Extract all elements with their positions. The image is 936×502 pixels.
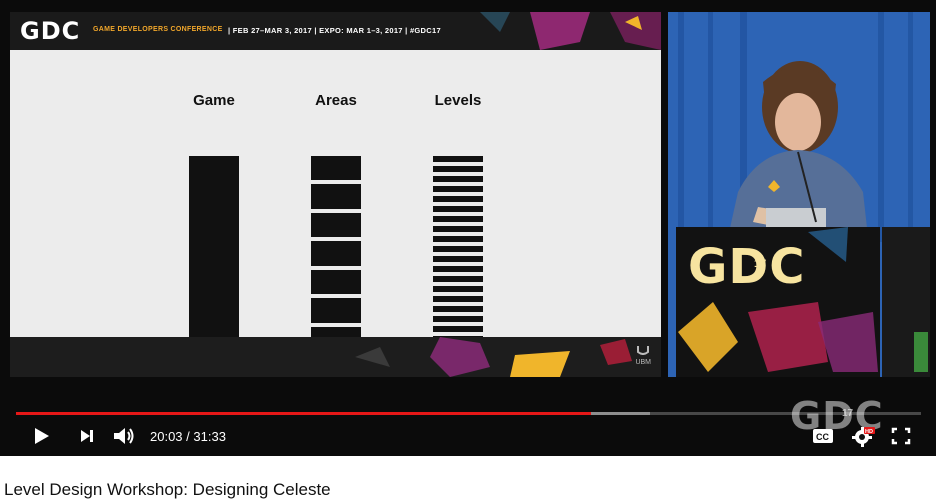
next-button[interactable] bbox=[74, 424, 98, 448]
level-segment bbox=[433, 196, 483, 202]
speaker-camera-feed: GDC 17 bbox=[668, 12, 930, 377]
slide-header: GDC GAME DEVELOPERS CONFERENCE | FEB 27–… bbox=[10, 12, 661, 50]
level-segment bbox=[433, 166, 483, 172]
podium-gdc-logo: GDC bbox=[688, 239, 806, 295]
areas-stack bbox=[311, 156, 361, 351]
video-player[interactable]: GDC GAME DEVELOPERS CONFERENCE | FEB 27–… bbox=[0, 0, 936, 456]
ubm-icon bbox=[637, 346, 650, 355]
level-segment bbox=[433, 296, 483, 302]
presentation-slide: GDC GAME DEVELOPERS CONFERENCE | FEB 27–… bbox=[10, 12, 661, 377]
levels-stack bbox=[433, 156, 483, 352]
level-segment bbox=[433, 276, 483, 282]
level-segment bbox=[433, 206, 483, 212]
ubm-logo: UBM bbox=[635, 345, 651, 367]
level-segment bbox=[433, 286, 483, 292]
time-display: 20:03 / 31:33 bbox=[150, 429, 226, 444]
area-segment bbox=[311, 184, 361, 209]
volume-button[interactable] bbox=[112, 424, 136, 448]
level-segment bbox=[433, 306, 483, 312]
player-controls: 20:03 / 31:33 CC HD bbox=[0, 400, 936, 456]
level-segment bbox=[433, 266, 483, 272]
level-segment bbox=[433, 226, 483, 232]
level-segment bbox=[433, 186, 483, 192]
podium-year-badge: 17 bbox=[754, 258, 767, 270]
level-segment bbox=[433, 256, 483, 262]
level-segment bbox=[433, 246, 483, 252]
level-segment bbox=[433, 316, 483, 322]
column-label-areas: Areas bbox=[315, 92, 357, 109]
duration: 31:33 bbox=[193, 429, 226, 444]
column-label-game: Game bbox=[193, 92, 235, 109]
cc-icon: CC bbox=[813, 429, 833, 443]
area-segment bbox=[311, 212, 361, 238]
ubm-label: UBM bbox=[635, 359, 651, 366]
speaker-scene bbox=[668, 12, 930, 377]
fullscreen-icon bbox=[891, 427, 911, 445]
area-segment bbox=[311, 298, 361, 323]
footer-decoration bbox=[355, 337, 632, 377]
settings-button[interactable]: HD bbox=[851, 424, 875, 448]
level-segment bbox=[433, 326, 483, 332]
area-segment bbox=[311, 156, 361, 181]
gdc-logo: GDC bbox=[20, 17, 81, 45]
conference-name: GAME DEVELOPERS CONFERENCE bbox=[93, 26, 223, 33]
skip-next-icon bbox=[81, 430, 93, 442]
column-label-levels: Levels bbox=[434, 92, 482, 109]
play-icon bbox=[35, 428, 49, 444]
svg-text:CC: CC bbox=[816, 432, 829, 442]
progress-played bbox=[16, 412, 591, 415]
conference-info: | FEB 27–MAR 3, 2017 | EXPO: MAR 1–3, 20… bbox=[228, 26, 441, 35]
video-title[interactable]: Level Design Workshop: Designing Celeste bbox=[4, 480, 331, 500]
slide-body: Game Areas Levels bbox=[10, 50, 661, 352]
progress-bar[interactable] bbox=[16, 412, 921, 415]
area-segment bbox=[311, 241, 361, 266]
gear-icon: HD bbox=[852, 427, 875, 447]
game-bar bbox=[189, 156, 239, 351]
slide-footer: UBM bbox=[10, 337, 661, 377]
current-time: 20:03 bbox=[150, 429, 183, 444]
play-button[interactable] bbox=[29, 424, 53, 448]
svg-text:HD: HD bbox=[865, 429, 873, 435]
level-segment bbox=[433, 176, 483, 182]
level-segment bbox=[433, 156, 483, 162]
area-segment bbox=[311, 269, 361, 295]
captions-button[interactable]: CC bbox=[811, 424, 835, 448]
level-segment bbox=[433, 216, 483, 222]
time-separator: / bbox=[182, 429, 194, 444]
fullscreen-button[interactable] bbox=[889, 424, 913, 448]
volume-icon bbox=[114, 428, 134, 444]
level-segment bbox=[433, 236, 483, 242]
